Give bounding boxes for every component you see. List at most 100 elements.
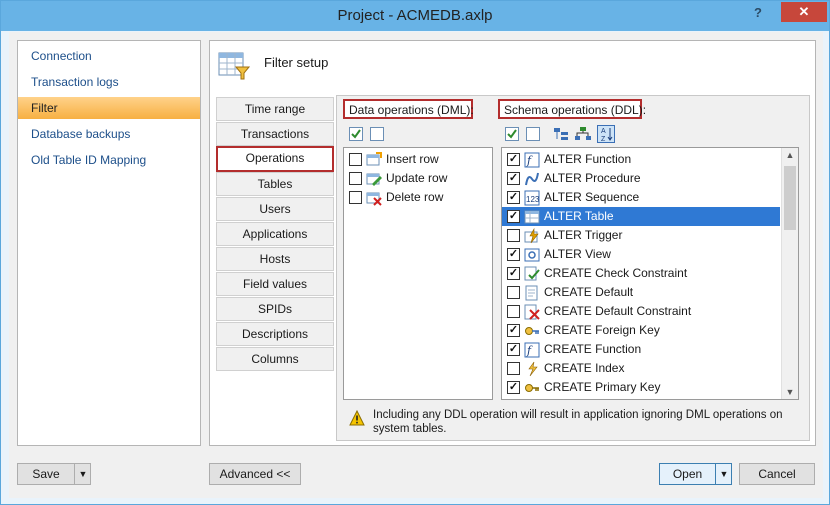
item-label: CREATE Default Constraint (544, 304, 692, 318)
ddl-item-alter-sequence[interactable]: ✓ 123 ALTER Sequence (502, 188, 780, 207)
checkbox[interactable]: ✓ (507, 324, 520, 337)
update-row-icon (366, 173, 382, 186)
checkbox[interactable]: ✓ (507, 191, 520, 204)
ddl-item-create-index[interactable]: CREATE Index (502, 359, 780, 378)
open-button-label: Open (672, 467, 703, 481)
tab-tables[interactable]: Tables (216, 172, 334, 196)
view-icon (524, 248, 540, 262)
operations-panel: Data operations (DML): Insert row Update … (336, 95, 810, 441)
index-icon (528, 361, 538, 377)
group-view-icon[interactable] (553, 127, 569, 141)
item-label: CREATE Function (544, 342, 642, 356)
ddl-item-create-primary-key[interactable]: ✓ CREATE Primary Key (502, 378, 780, 397)
tab-users[interactable]: Users (216, 197, 334, 221)
ddl-item-alter-trigger[interactable]: ALTER Trigger (502, 226, 780, 245)
item-label: ALTER View (544, 247, 611, 261)
uncheck-all-icon[interactable] (370, 127, 384, 141)
item-label: CREATE Foreign Key (544, 323, 660, 337)
ddl-item-create-default[interactable]: CREATE Default (502, 283, 780, 302)
warning-icon (349, 410, 365, 426)
item-label: Delete row (386, 190, 444, 204)
checkbox[interactable] (507, 286, 520, 299)
foreign-key-icon (525, 327, 539, 335)
cancel-button[interactable]: Cancel (739, 463, 815, 485)
scroll-thumb[interactable] (784, 166, 796, 230)
checkbox[interactable]: ✓ (507, 267, 520, 280)
svg-text:A: A (601, 128, 606, 135)
tab-spids[interactable]: SPIDs (216, 297, 334, 321)
checkbox[interactable]: ✓ (507, 153, 520, 166)
default-constraint-icon (524, 304, 540, 320)
project-window: Project - ACMEDB.axlp ? ✕ Connection Tra… (0, 0, 830, 505)
sort-az-icon[interactable]: A Z (597, 125, 615, 143)
checkbox[interactable] (507, 305, 520, 318)
function-icon: f (524, 152, 540, 168)
uncheck-all-icon[interactable] (526, 127, 540, 141)
checkbox[interactable] (507, 362, 520, 375)
tab-columns[interactable]: Columns (216, 347, 334, 371)
sidebar-item-filter[interactable]: Filter (18, 97, 200, 119)
tree-view-icon[interactable] (575, 127, 591, 141)
scroll-up-icon[interactable]: ▲ (782, 150, 798, 160)
tab-time-range[interactable]: Time range (216, 97, 334, 121)
tab-operations[interactable]: Operations (216, 146, 334, 172)
insert-row-icon (366, 152, 382, 166)
scroll-down-icon[interactable]: ▼ (782, 387, 798, 397)
ddl-item-create-foreign-key[interactable]: ✓ CREATE Foreign Key (502, 321, 780, 340)
save-button-label: Save (32, 467, 60, 481)
ddl-item-create-function[interactable]: ✓ f CREATE Function (502, 340, 780, 359)
sidebar-item-connection[interactable]: Connection (18, 45, 200, 67)
open-button[interactable]: Open ▼ (659, 463, 732, 485)
checkbox[interactable] (349, 191, 362, 204)
check-all-icon[interactable] (505, 127, 519, 141)
ddl-item-alter-table[interactable]: ✓ ALTER Table (502, 207, 780, 226)
sidebar-item-old-table-id-mapping[interactable]: Old Table ID Mapping (18, 149, 200, 171)
sidebar-item-transaction-logs[interactable]: Transaction logs (18, 71, 200, 93)
ddl-item-alter-function[interactable]: ✓ f ALTER Function (502, 150, 780, 169)
tab-transactions[interactable]: Transactions (216, 122, 334, 146)
ddl-scrollbar[interactable]: ▲ ▼ (781, 148, 798, 399)
page-title: Filter setup (264, 55, 329, 70)
checkbox[interactable]: ✓ (507, 172, 520, 185)
checkbox[interactable] (507, 229, 520, 242)
ddl-item-create-check-constraint[interactable]: ✓ CREATE Check Constraint (502, 264, 780, 283)
tab-descriptions[interactable]: Descriptions (216, 322, 334, 346)
ddl-list: ▲ ▼ ✓ f ALTER Function ✓ ALTER Procedure ✓ 123… (501, 147, 799, 400)
chevron-down-icon[interactable]: ▼ (74, 464, 91, 484)
tab-field-values[interactable]: Field values (216, 272, 334, 296)
ddl-item-create-default-constraint[interactable]: CREATE Default Constraint (502, 302, 780, 321)
tab-hosts[interactable]: Hosts (216, 247, 334, 271)
ddl-item-alter-view[interactable]: ✓ ALTER View (502, 245, 780, 264)
item-label: CREATE Primary Key (544, 380, 661, 394)
item-label: ALTER Sequence (544, 190, 640, 204)
save-button[interactable]: Save ▼ (17, 463, 91, 485)
dml-item-update-row[interactable]: Update row (344, 169, 492, 188)
dml-item-insert-row[interactable]: Insert row (344, 150, 492, 169)
checkbox[interactable]: ✓ (507, 210, 520, 223)
item-label: ALTER Table (544, 209, 614, 223)
close-button[interactable]: ✕ (781, 2, 827, 22)
filter-setup-icon (218, 52, 250, 80)
svg-text:123: 123 (526, 195, 540, 204)
ddl-item-alter-procedure[interactable]: ✓ ALTER Procedure (502, 169, 780, 188)
checkbox[interactable]: ✓ (507, 381, 520, 394)
checkbox[interactable]: ✓ (507, 248, 520, 261)
tab-applications[interactable]: Applications (216, 222, 334, 246)
checkbox[interactable] (349, 153, 362, 166)
chevron-down-icon[interactable]: ▼ (715, 464, 732, 484)
delete-row-icon (366, 192, 382, 206)
help-button[interactable]: ? (746, 5, 770, 25)
function-icon: f (524, 342, 540, 358)
filter-setup-panel: Filter setup Time range Transactions Ope… (209, 40, 816, 446)
default-icon (525, 285, 538, 301)
advanced-button[interactable]: Advanced << (209, 463, 301, 485)
item-label: ALTER Function (544, 152, 632, 166)
checkbox[interactable] (349, 172, 362, 185)
item-label: ALTER Trigger (544, 228, 623, 242)
ddl-label: Schema operations (DDL): (498, 99, 646, 119)
checkbox[interactable]: ✓ (507, 343, 520, 356)
dml-item-delete-row[interactable]: Delete row (344, 188, 492, 207)
primary-key-icon (525, 384, 539, 392)
sidebar-item-database-backups[interactable]: Database backups (18, 123, 200, 145)
check-all-icon[interactable] (349, 127, 363, 141)
